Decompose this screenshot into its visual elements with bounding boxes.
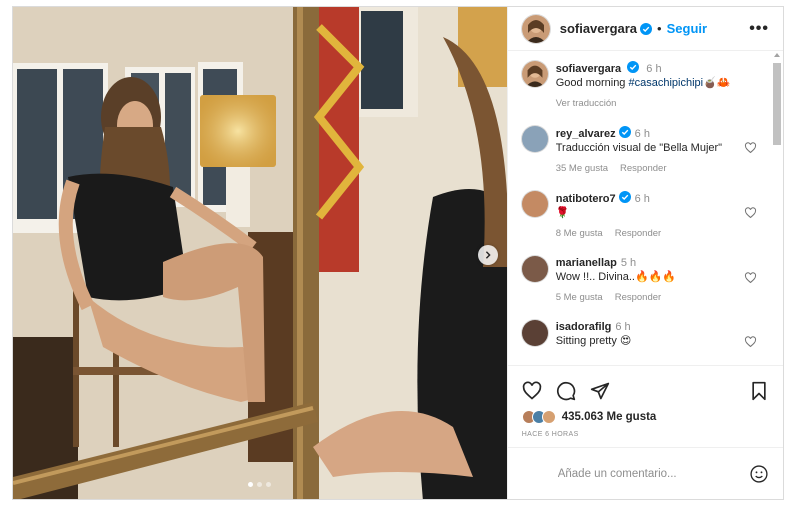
caption-body: Good morning xyxy=(555,77,629,89)
scroll-up-arrow-icon[interactable] xyxy=(774,53,780,57)
reply-button[interactable]: Responder xyxy=(620,163,666,174)
comment-item: isadorafilg 6 h Sitting pretty 😍 xyxy=(521,320,769,349)
caption-avatar[interactable] xyxy=(521,61,548,87)
verified-badge-icon xyxy=(627,61,640,73)
comment-like-heart-icon[interactable] xyxy=(744,207,757,219)
comment-username[interactable]: marianellap xyxy=(556,257,617,269)
like-heart-icon[interactable] xyxy=(522,381,542,401)
verified-badge-icon xyxy=(618,191,631,203)
caption-text: Good morning #casachipichipi🧉🦀 xyxy=(556,76,745,91)
post-sidebar: sofiavergara • Seguir ••• sofiavergara 6… xyxy=(506,7,783,499)
comment-bubble-icon[interactable] xyxy=(556,381,576,401)
post-modal: sofiavergara • Seguir ••• sofiavergara 6… xyxy=(12,6,784,500)
comment-username[interactable]: natibotero7 xyxy=(556,193,616,205)
add-comment-input[interactable] xyxy=(557,467,741,480)
caption-time[interactable]: 6 h xyxy=(646,63,661,75)
carousel-dot xyxy=(266,482,272,487)
post-photo[interactable] xyxy=(13,7,507,499)
more-options-icon[interactable]: ••• xyxy=(749,20,769,38)
comment-avatar[interactable] xyxy=(521,191,548,217)
share-paper-plane-icon[interactable] xyxy=(590,381,610,401)
likes-count[interactable]: 435.063 Me gusta xyxy=(562,411,657,423)
carousel-next-button[interactable] xyxy=(477,245,498,265)
verified-badge-icon xyxy=(618,126,631,138)
reply-button[interactable]: Responder xyxy=(615,292,661,303)
comment-time[interactable]: 6 h xyxy=(615,321,630,333)
comments-list[interactable]: sofiavergara 6 h Good morning #casachipi… xyxy=(508,51,783,365)
comment-like-heart-icon[interactable] xyxy=(744,336,757,348)
bookmark-icon[interactable] xyxy=(749,381,769,401)
comment-item: natibotero7 6 h 🌹 8 Me gusta Responder xyxy=(521,191,769,239)
comment-likes[interactable]: 5 Me gusta xyxy=(556,292,603,303)
follow-button[interactable]: Seguir xyxy=(667,21,707,36)
caption: sofiavergara 6 h Good morning #casachipi… xyxy=(521,61,769,109)
carousel-dot xyxy=(257,482,263,487)
comment-likes[interactable]: 8 Me gusta xyxy=(556,228,603,239)
emoji-smile-icon[interactable] xyxy=(749,464,769,484)
likes-summary[interactable]: 435.063 Me gusta xyxy=(508,409,783,425)
comment-time[interactable]: 5 h xyxy=(621,257,636,269)
comment-time[interactable]: 6 h xyxy=(635,193,650,205)
comment-like-heart-icon[interactable] xyxy=(744,272,757,284)
post-header: sofiavergara • Seguir ••• xyxy=(507,7,783,51)
add-comment-bar xyxy=(507,447,783,499)
comment-username[interactable]: isadorafilg xyxy=(556,321,612,333)
liker-avatar xyxy=(541,410,556,424)
header-separator: • xyxy=(657,21,662,36)
comments-scrollbar[interactable] xyxy=(773,53,781,365)
comment-username[interactable]: rey_alvarez xyxy=(556,128,616,140)
caption-hashtag[interactable]: #casachipichipi xyxy=(628,77,703,89)
comment-text: Traducción visual de "Bella Mujer" xyxy=(555,142,723,154)
verified-badge-icon xyxy=(640,22,653,35)
avatar-image xyxy=(521,61,548,87)
comment-avatar[interactable] xyxy=(521,126,548,152)
photo-scene xyxy=(13,7,507,499)
action-bar xyxy=(507,365,783,415)
post-time-ago[interactable]: HACE 6 HORAS xyxy=(508,431,783,447)
caption-emoji: 🧉🦀 xyxy=(703,77,731,89)
carousel-dot xyxy=(248,482,254,487)
author-username[interactable]: sofiavergara xyxy=(560,21,637,36)
comment-avatar[interactable] xyxy=(521,256,548,282)
comment-item: rey_alvarez 6 h Traducción visual de "Bell… xyxy=(521,126,769,174)
carousel-indicator xyxy=(13,482,507,487)
comment-likes[interactable]: 35 Me gusta xyxy=(556,163,608,174)
scroll-thumb[interactable] xyxy=(773,63,781,145)
caption-username[interactable]: sofiavergara xyxy=(556,63,621,75)
comment-avatar[interactable] xyxy=(521,320,548,346)
comment-text: 🌹 xyxy=(555,207,570,219)
comment-like-heart-icon[interactable] xyxy=(744,142,757,154)
comment-text: Sitting pretty 😍 xyxy=(555,335,632,347)
comment-text: Wow !!.. Divina..🔥🔥🔥 xyxy=(555,271,677,283)
comment-time[interactable]: 6 h xyxy=(635,128,650,140)
comments-container: rey_alvarez 6 h Traducción visual de "Bell… xyxy=(521,126,769,349)
comment-item: marianellap 5 h Wow !!.. Divina..🔥🔥🔥 5 Me g… xyxy=(521,256,769,303)
see-translation-link[interactable]: Ver traducción xyxy=(556,98,617,109)
chevron-right-icon xyxy=(485,251,491,259)
author-avatar[interactable] xyxy=(521,14,550,43)
reply-button[interactable]: Responder xyxy=(615,228,661,239)
avatar-image xyxy=(521,14,550,43)
